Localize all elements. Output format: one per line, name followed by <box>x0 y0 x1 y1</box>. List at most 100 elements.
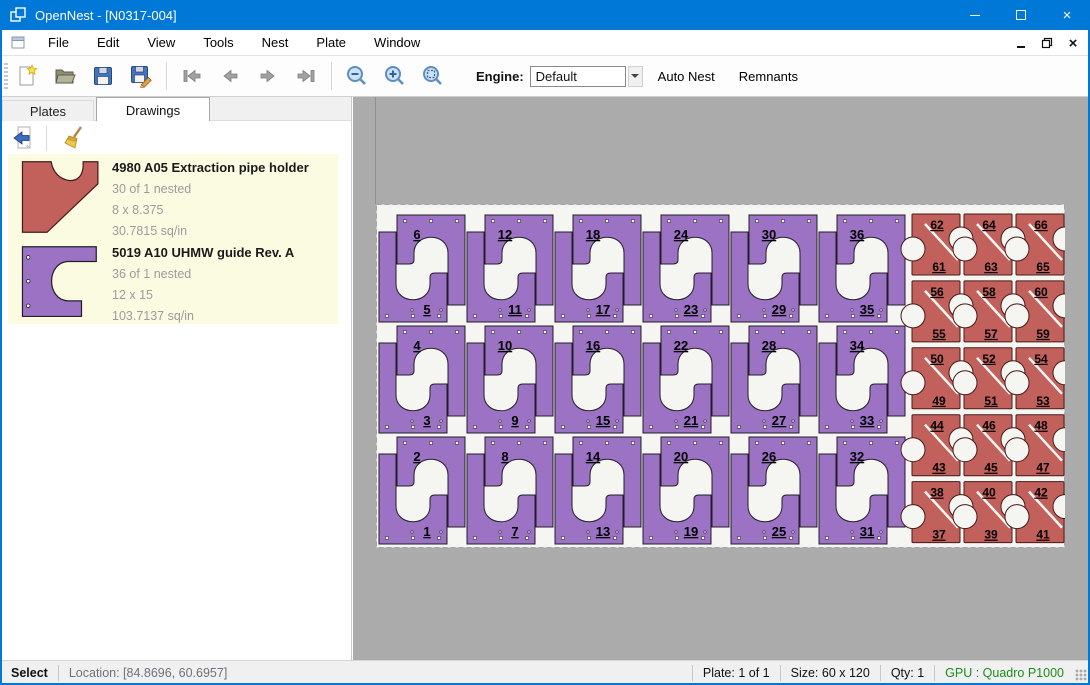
svg-text:1: 1 <box>423 524 430 539</box>
zoom-fit-icon <box>421 64 445 88</box>
svg-text:59: 59 <box>1036 327 1050 341</box>
svg-text:2: 2 <box>413 449 420 464</box>
mdi-minimize-button[interactable] <box>1010 33 1032 53</box>
save-as-button[interactable] <box>125 61 157 91</box>
zoom-fit-button[interactable] <box>417 61 449 91</box>
svg-text:25: 25 <box>772 524 786 539</box>
menu-nest[interactable]: Nest <box>248 31 303 54</box>
last-plate-button[interactable] <box>290 61 322 91</box>
back-arrow-icon <box>10 125 36 151</box>
sidebar-tabstrip: Plates Drawings <box>0 97 351 121</box>
engine-label: Engine: <box>476 69 524 84</box>
drawing-item-uhmw-guide[interactable]: 5019 A10 UHMW guide Rev. A 36 of 1 neste… <box>8 239 338 324</box>
workspace-edge-line <box>375 97 376 204</box>
drawing-item-extraction-pipe-holder[interactable]: 4980 A05 Extraction pipe holder 30 of 1 … <box>8 154 338 239</box>
svg-text:3: 3 <box>423 413 430 428</box>
svg-text:4: 4 <box>413 338 421 353</box>
svg-text:29: 29 <box>772 302 786 317</box>
svg-text:60: 60 <box>1034 285 1048 299</box>
zoom-in-button[interactable] <box>379 61 411 91</box>
save-icon <box>91 64 115 88</box>
svg-text:50: 50 <box>930 352 944 366</box>
zoom-in-icon <box>383 64 407 88</box>
menu-view[interactable]: View <box>133 31 189 54</box>
open-button[interactable] <box>49 61 81 91</box>
drawing-list: 4980 A05 Extraction pipe holder 30 of 1 … <box>0 154 351 660</box>
next-plate-button[interactable] <box>252 61 284 91</box>
nest-plate[interactable]: 6512111817242330293635431091615222128273… <box>376 204 1065 548</box>
quantity-status: Qty: 1 <box>891 666 924 680</box>
svg-text:12: 12 <box>498 227 512 242</box>
tab-plates[interactable]: Plates <box>2 100 94 121</box>
svg-text:5: 5 <box>423 302 430 317</box>
menu-edit[interactable]: Edit <box>83 31 133 54</box>
first-plate-button[interactable] <box>176 61 208 91</box>
svg-text:21: 21 <box>684 413 698 428</box>
new-file-icon <box>15 64 39 88</box>
toolbar-grip[interactable] <box>4 63 8 89</box>
svg-text:40: 40 <box>982 486 996 500</box>
svg-text:53: 53 <box>1036 394 1050 408</box>
statusbar-separator <box>58 665 59 681</box>
toolbar-separator <box>166 62 167 90</box>
svg-text:18: 18 <box>586 227 600 242</box>
toolbar-separator <box>331 62 332 90</box>
svg-text:48: 48 <box>1034 419 1048 433</box>
toolbar-separator <box>46 125 47 151</box>
mdi-restore-icon <box>1041 37 1053 49</box>
mode-status: Select <box>11 666 48 680</box>
cursor-location: Location: [84.8696, 60.6957] <box>69 666 227 680</box>
svg-text:63: 63 <box>984 260 998 274</box>
previous-arrow-icon <box>218 64 242 88</box>
menu-file[interactable]: File <box>34 31 83 54</box>
save-as-icon <box>129 64 153 88</box>
svg-text:66: 66 <box>1034 218 1048 232</box>
clear-button[interactable] <box>61 124 91 152</box>
menu-window[interactable]: Window <box>360 31 434 54</box>
svg-text:54: 54 <box>1034 352 1048 366</box>
save-button[interactable] <box>87 61 119 91</box>
app-icon <box>9 6 27 24</box>
close-button[interactable]: × <box>1044 0 1090 30</box>
mdi-close-button[interactable]: × <box>1062 33 1084 53</box>
zoom-out-button[interactable] <box>341 61 373 91</box>
svg-text:52: 52 <box>982 352 996 366</box>
svg-text:24: 24 <box>674 227 689 242</box>
engine-combobox[interactable]: Default <box>530 66 626 87</box>
return-part-button[interactable] <box>8 124 38 152</box>
remnants-button[interactable]: Remnants <box>730 65 807 88</box>
maximize-button[interactable] <box>998 0 1044 30</box>
tab-drawings[interactable]: Drawings <box>96 97 210 121</box>
menu-tools[interactable]: Tools <box>189 31 247 54</box>
statusbar-separator <box>692 665 693 681</box>
svg-text:8: 8 <box>501 449 508 464</box>
mdi-restore-button[interactable] <box>1036 33 1058 53</box>
svg-text:36: 36 <box>850 227 864 242</box>
plate-size-status: Size: 60 x 120 <box>791 666 870 680</box>
svg-text:51: 51 <box>984 394 998 408</box>
svg-text:61: 61 <box>932 260 946 274</box>
auto-nest-button[interactable]: Auto Nest <box>649 65 724 88</box>
window-title: OpenNest - [N0317-004] <box>35 8 177 23</box>
svg-text:45: 45 <box>984 461 998 475</box>
document-window-icon[interactable] <box>11 35 26 50</box>
engine-dropdown-button[interactable] <box>628 66 643 87</box>
menu-plate[interactable]: Plate <box>302 31 360 54</box>
status-bar: Select Location: [84.8696, 60.6957] Plat… <box>0 660 1090 685</box>
svg-text:32: 32 <box>850 449 864 464</box>
new-button[interactable] <box>11 61 43 91</box>
svg-text:46: 46 <box>982 419 996 433</box>
menu-bar: FileEditViewToolsNestPlateWindow × <box>0 30 1090 56</box>
previous-plate-button[interactable] <box>214 61 246 91</box>
svg-text:23: 23 <box>684 302 698 317</box>
resize-grip[interactable] <box>1075 669 1087 681</box>
drawing-size: 8 x 8.375 <box>112 200 309 221</box>
title-bar: OpenNest - [N0317-004] × <box>0 0 1090 30</box>
close-icon: × <box>1063 8 1072 23</box>
drawing-title: 4980 A05 Extraction pipe holder <box>112 160 309 175</box>
red-part-thumbnail <box>20 159 102 235</box>
nest-canvas[interactable]: 6512111817242330293635431091615222128273… <box>353 97 1090 660</box>
svg-text:39: 39 <box>984 528 998 542</box>
svg-text:57: 57 <box>984 327 998 341</box>
minimize-button[interactable] <box>952 0 998 30</box>
